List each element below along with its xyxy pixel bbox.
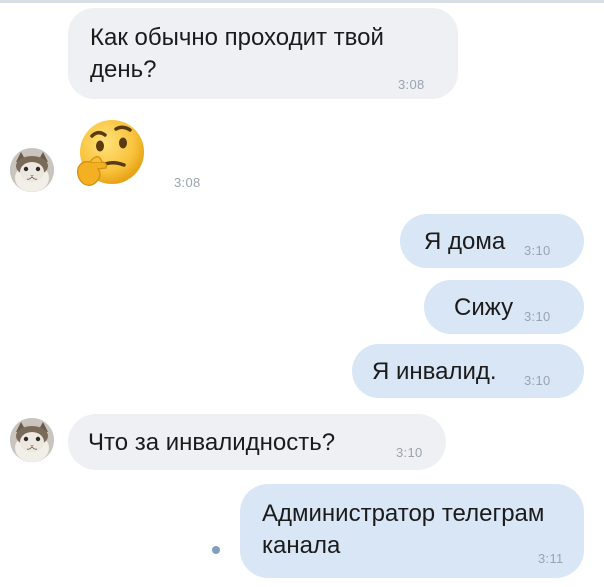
message-text: Я дома [424, 228, 506, 255]
message-bubble-incoming[interactable]: Как обычно проходит твой день? 3:08 [68, 8, 458, 99]
message-text: Сижу [454, 294, 514, 321]
message-time: 3:10 [524, 309, 551, 324]
message-time: 3:08 [174, 175, 201, 190]
message-time: 3:10 [524, 373, 551, 388]
message-text: Как обычно проходит твой день? [90, 24, 384, 83]
message-time: 3:11 [538, 551, 564, 566]
message-time: 3:10 [524, 243, 551, 258]
message-time: 3:08 [398, 77, 425, 92]
cat-avatar[interactable] [10, 148, 54, 192]
message-emoji[interactable] [72, 116, 146, 192]
message-bubble-outgoing[interactable]: Сижу 3:10 [424, 280, 584, 334]
message-text: Я инвалид. [372, 358, 497, 385]
message-text: Что за инвалидность? [88, 429, 336, 456]
chat-view: Как обычно проходит твой день? 3:08 3:08… [0, 0, 604, 587]
cat-avatar[interactable] [10, 418, 54, 462]
message-bubble-incoming[interactable]: Что за инвалидность? 3:10 [68, 414, 446, 470]
message-text: Администратор телеграм канала [262, 500, 545, 559]
message-bubble-outgoing[interactable]: Я инвалид. 3:10 [352, 344, 584, 398]
thinking-face-icon [77, 120, 144, 186]
unread-dot-icon [212, 546, 220, 554]
message-bubble-outgoing[interactable]: Администратор телеграм канала 3:11 [240, 484, 584, 578]
message-bubble-outgoing[interactable]: Я дома 3:10 [400, 214, 584, 268]
message-time: 3:10 [396, 445, 423, 460]
top-divider [0, 0, 604, 3]
